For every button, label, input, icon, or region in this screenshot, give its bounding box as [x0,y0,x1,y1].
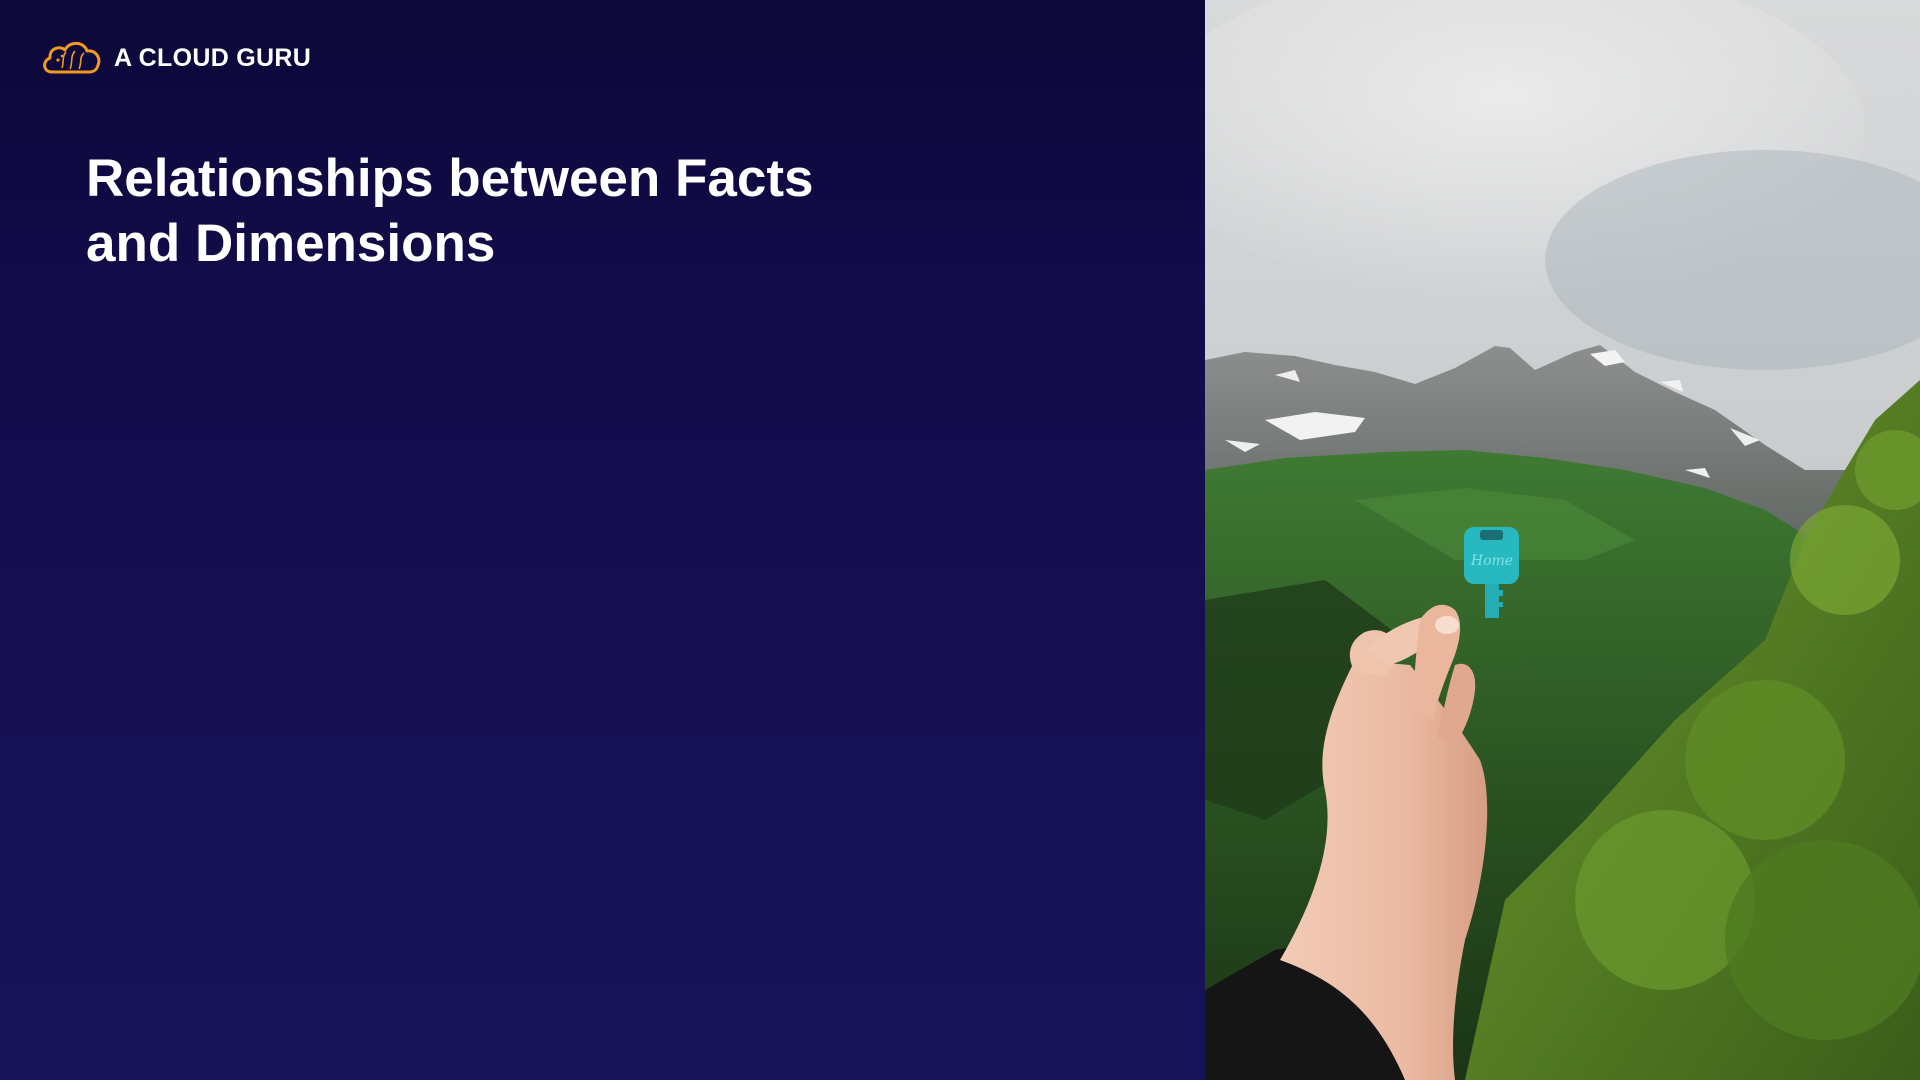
photo-panel: Home [1205,0,1920,1080]
key-engraving: Home [1470,553,1513,569]
hand-holding-key-photo: Home [1205,0,1920,1080]
cloud-logo-icon [43,41,101,74]
brand-name: A CLOUD GURU [114,43,312,72]
brand: A CLOUD GURU [40,38,311,78]
slide-title-line-1: Relationships between Facts [86,149,814,208]
slide-title: Relationships between Facts and Dimensio… [86,146,1086,276]
slide-title-line-2: and Dimensions [86,214,496,273]
left-panel: A CLOUD GURU Relationships between Facts… [0,0,1205,1080]
